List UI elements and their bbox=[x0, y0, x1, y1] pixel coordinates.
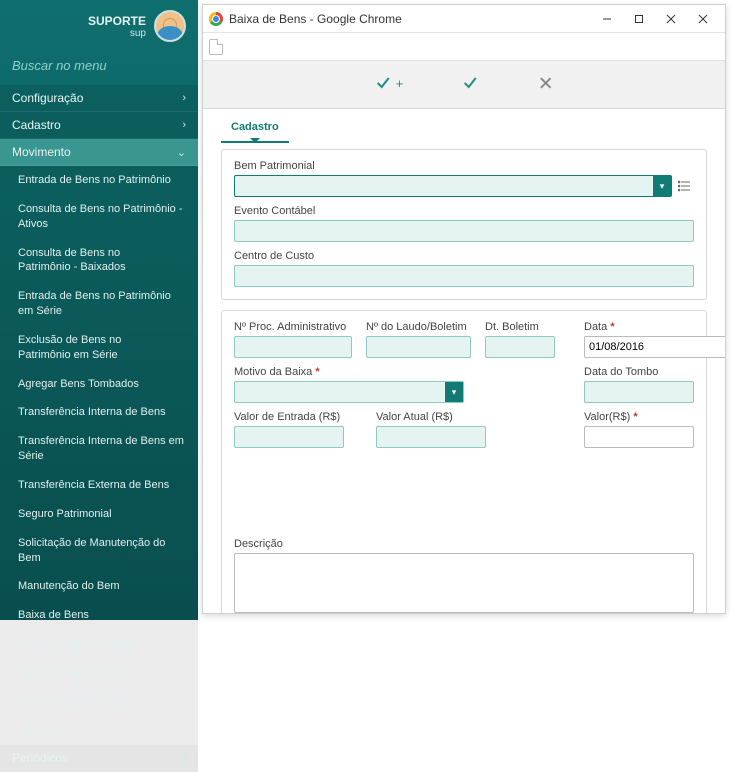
sub-item-agregar-tombados[interactable]: Agregar Bens Tombados bbox=[0, 370, 198, 399]
sub-item-baixa-serie[interactable]: Baixa de Bens em Série bbox=[0, 630, 198, 659]
input-n-proc[interactable] bbox=[234, 336, 352, 358]
content-area: Baixa de Bens - Google Chrome + bbox=[198, 0, 732, 620]
label-valor-entrada: Valor de Entrada (R$) bbox=[234, 411, 344, 423]
nav-periodicos[interactable]: Periódicos › bbox=[0, 745, 198, 772]
sub-item-entrada-serie[interactable]: Entrada de Bens no Patrimônio em Série bbox=[0, 282, 198, 326]
sidebar: SUPORTE sup Buscar no menu Configuração … bbox=[0, 0, 198, 620]
close-button[interactable] bbox=[655, 5, 687, 33]
browser-tabbar bbox=[203, 33, 725, 61]
label-data-tombo: Data do Tombo bbox=[584, 366, 694, 378]
action-strip: + bbox=[203, 61, 725, 109]
chevron-right-icon: › bbox=[182, 92, 186, 104]
label-data: Data * bbox=[584, 321, 694, 333]
window-titlebar: Baixa de Bens - Google Chrome bbox=[203, 5, 725, 33]
label-bem-patrimonial: Bem Patrimonial bbox=[234, 160, 694, 172]
sub-item-inventario[interactable]: Inventário bbox=[0, 717, 198, 746]
input-centro-custo[interactable] bbox=[234, 265, 694, 287]
textarea-descricao[interactable] bbox=[234, 553, 694, 613]
label-evento-contabel: Evento Contábel bbox=[234, 205, 694, 217]
tab-cadastro[interactable]: Cadastro bbox=[221, 115, 289, 143]
label-n-proc: Nº Proc. Administrativo bbox=[234, 321, 352, 333]
input-evento-contabel[interactable] bbox=[234, 220, 694, 242]
label-motivo: Motivo da Baixa * bbox=[234, 366, 464, 378]
combo-motivo[interactable]: ▾ bbox=[234, 381, 464, 403]
sub-item-seguro[interactable]: Seguro Patrimonial bbox=[0, 500, 198, 529]
input-valor-rs[interactable] bbox=[584, 426, 694, 448]
chevron-down-icon: ⌄ bbox=[177, 146, 186, 159]
nav-sub-items: Entrada de Bens no Patrimônio Consulta d… bbox=[0, 166, 198, 745]
sub-item-solicitacao-manut[interactable]: Solicitação de Manutenção do Bem bbox=[0, 529, 198, 573]
confirm-add-icon[interactable]: + bbox=[377, 76, 404, 91]
sub-item-manutencao[interactable]: Manutenção do Bem bbox=[0, 572, 198, 601]
cancel-icon[interactable] bbox=[539, 77, 551, 89]
input-valor-atual[interactable] bbox=[376, 426, 486, 448]
nav-configuracao[interactable]: Configuração › bbox=[0, 85, 198, 112]
maximize-button[interactable] bbox=[623, 5, 655, 33]
search-placeholder: Buscar no menu bbox=[12, 58, 107, 73]
sub-item-entrada-bens[interactable]: Entrada de Bens no Patrimônio bbox=[0, 166, 198, 195]
label-valor-rs: Valor(R$) * bbox=[584, 411, 694, 423]
label-valor-atual: Valor Atual (R$) bbox=[376, 411, 486, 423]
sub-item-consulta-ativos[interactable]: Consulta de Bens no Patrimônio - Ativos bbox=[0, 195, 198, 239]
label-descricao: Descrição bbox=[234, 538, 694, 550]
label-n-laudo: Nº do Laudo/Boletim bbox=[366, 321, 471, 333]
sub-item-baixa-bens[interactable]: Baixa de Bens bbox=[0, 601, 198, 630]
sub-item-mov-contabil[interactable]: Movimentação Contábil bbox=[0, 688, 198, 717]
label-centro-custo: Centro de Custo bbox=[234, 250, 694, 262]
minimize-button[interactable] bbox=[591, 5, 623, 33]
nav-label: Cadastro bbox=[12, 118, 61, 132]
label-dt-boletim: Dt. Boletim bbox=[485, 321, 555, 333]
confirm-icon[interactable] bbox=[463, 76, 479, 90]
sub-item-baixa-lote[interactable]: Baixa de Bens em Lote bbox=[0, 659, 198, 688]
nav-label: Configuração bbox=[12, 91, 83, 105]
menu-search[interactable]: Buscar no menu bbox=[0, 50, 198, 85]
nav-cadastro[interactable]: Cadastro › bbox=[0, 112, 198, 139]
sidebar-header: SUPORTE sup bbox=[0, 0, 198, 50]
sub-item-consulta-baixados[interactable]: Consulta de Bens no Patrimônio - Baixado… bbox=[0, 239, 180, 283]
sub-item-exclusao-serie[interactable]: Exclusão de Bens no Patrimônio em Série bbox=[0, 326, 180, 370]
document-icon bbox=[209, 39, 223, 55]
combo-bem-patrimonial[interactable]: ▾ bbox=[234, 175, 672, 197]
sub-item-transf-externa[interactable]: Transferência Externa de Bens bbox=[0, 471, 198, 500]
panel-details: Nº Proc. Administrativo Nº do Laudo/Bole… bbox=[221, 310, 707, 613]
panel-main: Bem Patrimonial ▾ Evento Contábel bbox=[221, 149, 707, 300]
support-title: SUPORTE bbox=[88, 14, 146, 28]
input-dt-boletim[interactable] bbox=[485, 336, 555, 358]
chevron-down-icon: ▾ bbox=[653, 176, 671, 196]
nav-label: Periódicos bbox=[12, 751, 68, 765]
chevron-down-icon: ▾ bbox=[445, 382, 463, 402]
sub-item-transf-interna-serie[interactable]: Transferência Interna de Bens em Série bbox=[0, 427, 198, 471]
avatar[interactable] bbox=[154, 10, 186, 42]
close-button-outer[interactable] bbox=[687, 5, 719, 33]
input-data[interactable] bbox=[584, 336, 725, 358]
list-lookup-icon[interactable] bbox=[676, 177, 694, 195]
nav-movimento[interactable]: Movimento ⌄ bbox=[0, 139, 198, 166]
input-valor-entrada[interactable] bbox=[234, 426, 344, 448]
support-sub: sup bbox=[88, 28, 146, 39]
chrome-window: Baixa de Bens - Google Chrome + bbox=[202, 4, 726, 614]
nav-label: Movimento bbox=[12, 145, 71, 159]
chrome-icon bbox=[209, 12, 223, 26]
sub-item-transf-interna[interactable]: Transferência Interna de Bens bbox=[0, 398, 198, 427]
window-title: Baixa de Bens - Google Chrome bbox=[229, 12, 585, 26]
form-area: Cadastro Bem Patrimonial ▾ bbox=[203, 109, 725, 613]
chevron-right-icon: › bbox=[182, 119, 186, 131]
input-n-laudo[interactable] bbox=[366, 336, 471, 358]
chevron-right-icon: › bbox=[182, 752, 186, 764]
input-data-tombo[interactable] bbox=[584, 381, 694, 403]
